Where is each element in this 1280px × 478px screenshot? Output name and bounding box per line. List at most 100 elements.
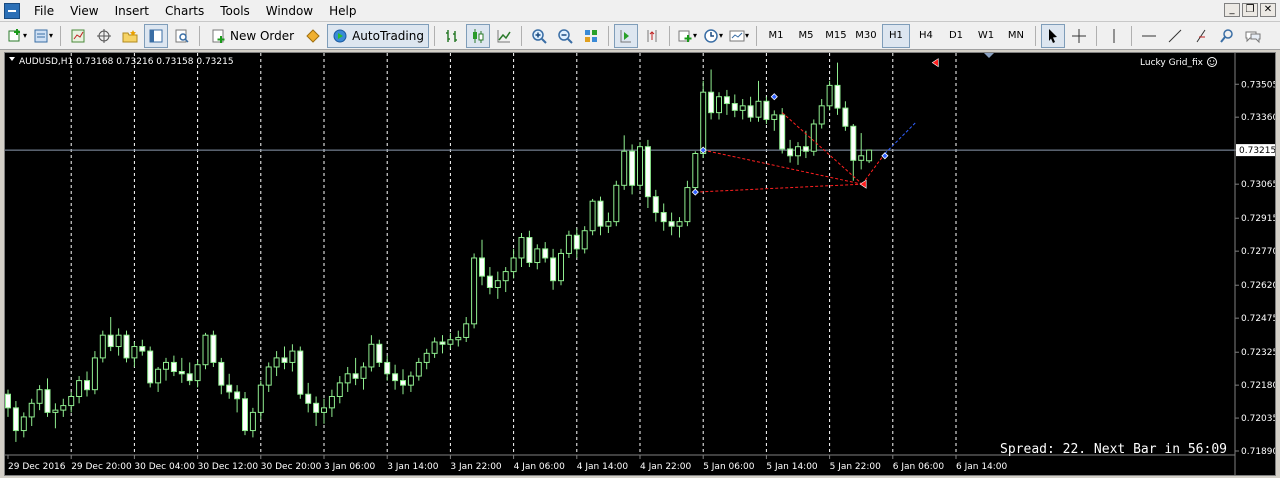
- new-order-label: New Order: [230, 28, 295, 43]
- templates-button[interactable]: ▾: [727, 24, 751, 48]
- candle-body: [123, 334, 130, 359]
- window-controls: _ ❐ ✕: [1224, 3, 1276, 17]
- chart-shift-button[interactable]: [640, 24, 664, 48]
- text-tool-button[interactable]: [1215, 24, 1239, 48]
- autotrading-label: AutoTrading: [352, 28, 424, 43]
- price-tick-label: 0.72915: [1241, 214, 1275, 224]
- time-tick-label: 6 Jan 06:00: [893, 462, 945, 472]
- restore-button[interactable]: ❐: [1242, 3, 1258, 17]
- data-window-button[interactable]: [92, 24, 116, 48]
- chat-icon: [1245, 31, 1261, 43]
- candle-body: [668, 221, 675, 227]
- timeframe-mn[interactable]: MN: [1002, 24, 1030, 48]
- candle-body: [234, 391, 241, 400]
- crosshair-tool-button[interactable]: [1067, 24, 1091, 48]
- smiley-icon[interactable]: [1207, 57, 1217, 67]
- time-tick-label: 4 Jan 14:00: [577, 462, 629, 472]
- bar-chart-button[interactable]: [440, 24, 464, 48]
- minimize-button[interactable]: _: [1224, 3, 1240, 17]
- candle-body: [510, 257, 517, 273]
- chart-shift-marker[interactable]: [984, 53, 994, 58]
- trade-entry-marker[interactable]: [770, 93, 778, 101]
- candle-body: [479, 257, 485, 277]
- candle-body: [257, 384, 264, 413]
- new-order-button[interactable]: New Order: [205, 24, 299, 48]
- navigator-button[interactable]: [118, 24, 142, 48]
- candle-body: [597, 200, 604, 227]
- zoom-in-button[interactable]: [527, 24, 551, 48]
- chart-window[interactable]: 0.73505 0.73360 0.73215 0.73065 0.72915 0.727…: [4, 52, 1278, 476]
- time-tick-label: 30 Dec 12:00: [198, 462, 259, 472]
- new-chart-button[interactable]: ▾: [5, 24, 29, 48]
- price-tick-label: 0.72475: [1241, 314, 1275, 324]
- chat-button[interactable]: [1241, 24, 1265, 48]
- timeframe-w1[interactable]: W1: [972, 24, 1000, 48]
- candlestick-button[interactable]: [465, 23, 490, 48]
- indicators-icon: [678, 30, 692, 42]
- zoom-out-button[interactable]: [553, 24, 577, 48]
- candle-body: [68, 395, 75, 407]
- candle-body: [747, 105, 754, 118]
- timeframe-m1[interactable]: M1: [762, 24, 790, 48]
- candle-body: [155, 368, 162, 384]
- candle-body: [20, 416, 27, 432]
- terminal-button[interactable]: [144, 23, 168, 48]
- price-chart[interactable]: 0.73505 0.73360 0.73215 0.73065 0.72915 0.727…: [5, 53, 1278, 475]
- candle-body: [52, 409, 59, 413]
- candle-body: [84, 380, 90, 391]
- menu-view[interactable]: View: [62, 0, 106, 22]
- cursor-tool-button[interactable]: [1040, 23, 1065, 48]
- candle-body: [265, 366, 272, 386]
- timeframe-m30[interactable]: M30: [852, 24, 880, 48]
- toolbar-separator: [1095, 25, 1097, 46]
- periods-button[interactable]: ▾: [701, 24, 725, 48]
- timeframe-m5[interactable]: M5: [792, 24, 820, 48]
- line-chart-button[interactable]: [492, 24, 516, 48]
- strategy-tester-button[interactable]: [170, 24, 194, 48]
- app-icon[interactable]: [4, 2, 20, 19]
- candle-body: [194, 364, 201, 382]
- menu-charts[interactable]: Charts: [157, 0, 212, 22]
- trade-entry-marker[interactable]: [691, 188, 699, 196]
- toolbar-separator: [1034, 25, 1036, 46]
- candle-body: [423, 352, 430, 363]
- candle-body: [471, 257, 478, 325]
- timeframe-m15[interactable]: M15: [822, 24, 850, 48]
- timeframe-d1[interactable]: D1: [942, 24, 970, 48]
- candle-body: [376, 343, 383, 363]
- price-tick-label: 0.73505: [1241, 80, 1275, 90]
- profiles-button[interactable]: ▾: [31, 24, 55, 48]
- auto-scroll-button[interactable]: [613, 23, 638, 48]
- menu-help[interactable]: Help: [321, 0, 364, 22]
- candle-body: [850, 125, 857, 161]
- trendline-button[interactable]: [1163, 24, 1187, 48]
- trade-entry-marker[interactable]: [881, 152, 889, 160]
- candle-body: [107, 334, 114, 348]
- tile-windows-button[interactable]: [579, 24, 603, 48]
- chart-header-dropdown-icon[interactable]: [9, 57, 15, 61]
- time-tick-label: 30 Dec 04:00: [134, 462, 195, 472]
- line-chart-icon: [497, 29, 511, 42]
- trade-exit-marker[interactable]: [859, 179, 867, 189]
- candle-body: [581, 230, 588, 250]
- menu-file[interactable]: File: [26, 0, 62, 22]
- menu-insert[interactable]: Insert: [107, 0, 157, 22]
- menu-tools[interactable]: Tools: [212, 0, 258, 22]
- candle-body: [834, 84, 841, 109]
- metaeditor-button[interactable]: [301, 24, 325, 48]
- timeframe-h4[interactable]: H4: [912, 24, 940, 48]
- chart-header: AUDUSD,H1 0.73168 0.73216 0.73158 0.7321…: [19, 57, 234, 67]
- close-button[interactable]: ✕: [1260, 3, 1276, 17]
- market-watch-button[interactable]: [66, 24, 90, 48]
- candle-body: [755, 100, 762, 118]
- timeframe-h1[interactable]: H1: [881, 23, 910, 48]
- menu-bar: File View Insert Charts Tools Window Hel…: [0, 0, 1280, 22]
- horizontal-line-button[interactable]: [1137, 24, 1161, 48]
- candle-body: [384, 361, 391, 375]
- vertical-line-button[interactable]: [1102, 24, 1126, 48]
- indicators-button[interactable]: ▾: [675, 24, 699, 48]
- trade-exit-marker[interactable]: [931, 58, 939, 68]
- menu-window[interactable]: Window: [258, 0, 321, 22]
- fibo-tool-button[interactable]: [1189, 24, 1213, 48]
- autotrading-button[interactable]: AutoTrading: [327, 23, 429, 48]
